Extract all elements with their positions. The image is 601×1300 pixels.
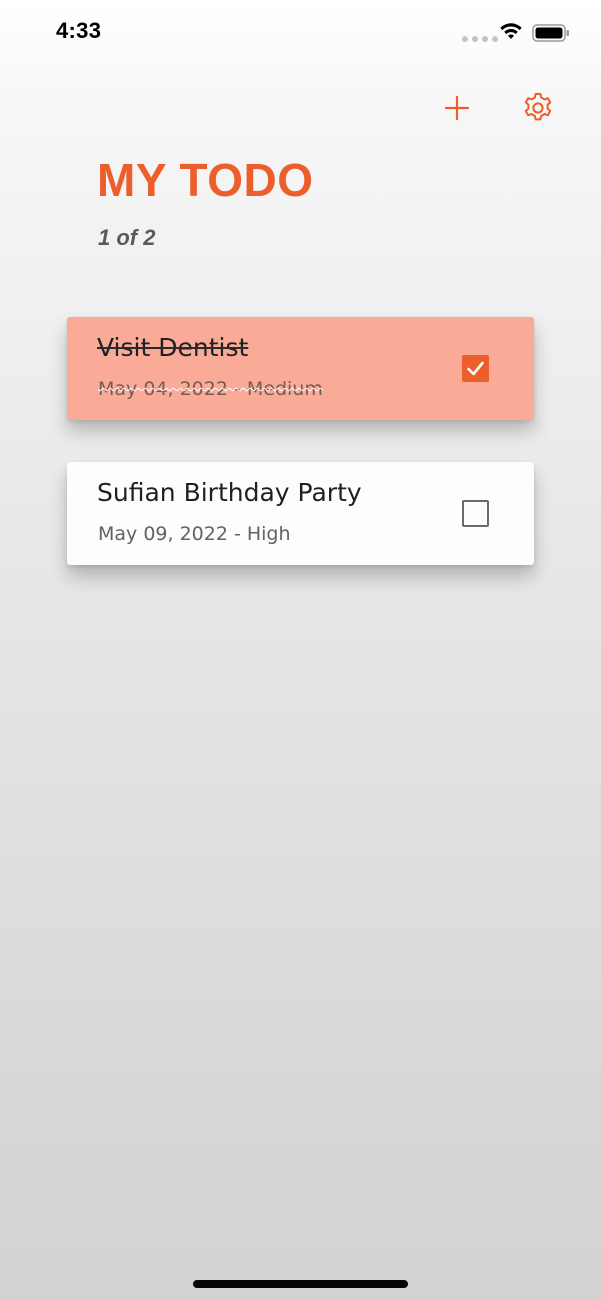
page-title: MY TODO bbox=[97, 154, 314, 206]
gear-icon bbox=[524, 93, 552, 121]
todo-date-priority: May 09, 2022 - High bbox=[98, 523, 291, 545]
todo-item[interactable]: Sufian Birthday Party May 09, 2022 - Hig… bbox=[67, 462, 534, 565]
todo-title: Visit Dentist bbox=[97, 333, 249, 362]
todo-date-priority: May 04, 2022 - Medium bbox=[98, 378, 323, 400]
todo-item[interactable]: Visit Dentist May 04, 2022 - Medium bbox=[67, 317, 534, 420]
cellular-signal-icon bbox=[462, 36, 498, 42]
checkmark-icon bbox=[467, 361, 484, 376]
battery-icon bbox=[532, 24, 569, 42]
home-indicator bbox=[193, 1280, 408, 1288]
todo-title: Sufian Birthday Party bbox=[97, 478, 362, 507]
todo-checkbox[interactable] bbox=[462, 500, 489, 527]
status-bar: 4:33 bbox=[0, 0, 601, 66]
settings-button[interactable] bbox=[518, 88, 558, 128]
status-time: 4:33 bbox=[56, 18, 102, 43]
todo-checkbox[interactable] bbox=[462, 355, 489, 382]
wifi-icon bbox=[500, 23, 522, 39]
todo-counter: 1 of 2 bbox=[98, 225, 156, 250]
plus-icon bbox=[444, 95, 470, 121]
todo-list: Visit Dentist May 04, 2022 - Medium Sufi… bbox=[67, 317, 534, 607]
add-todo-button[interactable] bbox=[437, 88, 477, 128]
